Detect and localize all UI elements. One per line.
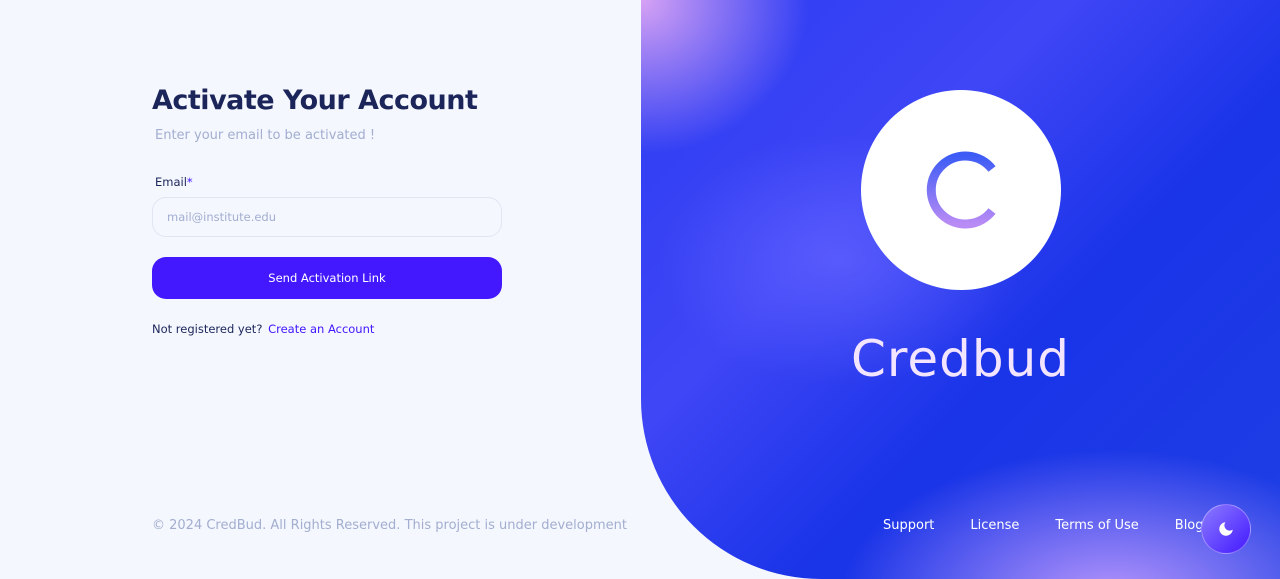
required-mark: * [186,175,193,189]
blog-link[interactable]: Blog [1175,518,1204,533]
support-link[interactable]: Support [883,518,934,533]
footer-links: Support License Terms of Use Blog [883,518,1204,533]
logo-c-icon [926,151,996,229]
page-subtitle: Enter your email to be activated ! [155,128,376,143]
page-title: Activate Your Account [152,85,478,116]
register-row: Not registered yet? Create an Account [152,322,502,336]
register-prompt: Not registered yet? [152,322,263,336]
email-label: Email* [155,175,502,189]
brand-panel: Credbud Support License Terms of Use Blo… [641,0,1280,579]
terms-of-use-link[interactable]: Terms of Use [1055,518,1138,533]
send-activation-link-button[interactable]: Send Activation Link [152,257,502,299]
theme-toggle-button[interactable] [1201,504,1251,554]
activation-form: Activate Your Account Enter your email t… [152,84,502,336]
brand-name: Credbud [850,330,1071,388]
create-account-link[interactable]: Create an Account [268,322,374,336]
license-link[interactable]: License [970,518,1019,533]
email-label-text: Email [155,175,187,189]
email-field[interactable] [152,197,502,237]
copyright-text: © 2024 CredBud. All Rights Reserved. Thi… [152,518,627,533]
moon-icon [1219,522,1233,536]
logo [861,90,1061,290]
